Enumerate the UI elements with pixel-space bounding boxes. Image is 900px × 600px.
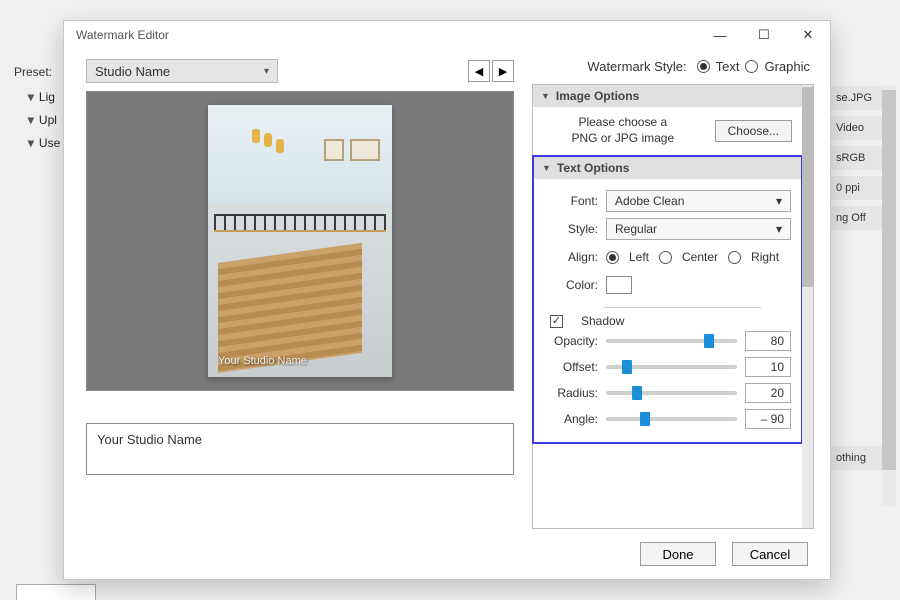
text-options-title: Text Options [557, 161, 629, 175]
bg-tree: ▶Lig ▶Upl ▶Use [28, 86, 60, 155]
font-value: Adobe Clean [615, 194, 684, 208]
preset-value: Studio Name [95, 64, 170, 79]
bg-tree-item[interactable]: ▶Upl [28, 109, 60, 132]
radius-label: Radius: [544, 386, 598, 400]
watermark-editor-modal: Watermark Editor — ☐ ✕ Studio Name ▾ ◀ ▶ [63, 20, 831, 580]
bg-preset-label: Preset: [14, 65, 52, 79]
prev-button[interactable]: ◀ [468, 60, 490, 82]
preview-box: Your Studio Name [86, 91, 514, 391]
bg-scroll-thumb[interactable] [882, 90, 896, 470]
slider-thumb[interactable] [640, 412, 650, 426]
chevron-down-icon: ▾ [776, 194, 782, 208]
bg-pill: se.JPG [830, 86, 888, 110]
style-graphic-label: Graphic [764, 59, 810, 74]
triangle-icon: ▶ [20, 118, 42, 125]
text-options-highlight: ▼ Text Options Font: Adobe Clean ▾ St [532, 155, 803, 444]
image-options-title: Image Options [556, 89, 639, 103]
image-options-header[interactable]: ▼ Image Options [533, 85, 802, 107]
slider-thumb[interactable] [622, 360, 632, 374]
slider-thumb[interactable] [704, 334, 714, 348]
opacity-value[interactable]: 80 [745, 331, 791, 351]
modal-footer: Done Cancel [64, 529, 830, 579]
angle-label: Angle: [544, 412, 598, 426]
text-options-header[interactable]: ▼ Text Options [534, 157, 801, 179]
style-text-label: Text [716, 59, 740, 74]
done-button[interactable]: Done [640, 542, 716, 566]
panel-scrollbar[interactable] [802, 85, 813, 528]
align-center-radio[interactable] [659, 251, 672, 264]
slider-thumb[interactable] [632, 386, 642, 400]
triangle-down-icon: ▼ [541, 91, 550, 101]
align-label: Align: [544, 250, 598, 264]
font-select[interactable]: Adobe Clean ▾ [606, 190, 791, 212]
preview-image: Your Studio Name [208, 105, 392, 377]
bg-pill: ng Off [830, 206, 888, 230]
close-button[interactable]: ✕ [786, 21, 830, 49]
minimize-button[interactable]: — [698, 21, 742, 49]
bg-pill: othing [830, 446, 888, 470]
style-label: Style: [544, 222, 598, 236]
radius-value[interactable]: 20 [745, 383, 791, 403]
bg-pill: sRGB [830, 146, 888, 170]
panel-scroll-thumb[interactable] [802, 87, 813, 287]
bg-bottom-button[interactable] [16, 584, 96, 600]
next-button[interactable]: ▶ [492, 60, 514, 82]
radius-slider[interactable] [606, 391, 737, 395]
cancel-button[interactable]: Cancel [732, 542, 808, 566]
bg-tree-item[interactable]: ▶Lig [28, 86, 60, 109]
shadow-checkbox[interactable] [550, 315, 563, 328]
choose-image-button[interactable]: Choose... [715, 120, 792, 142]
divider [604, 307, 761, 308]
color-label: Color: [544, 278, 598, 292]
angle-slider[interactable] [606, 417, 737, 421]
window-controls: — ☐ ✕ [698, 21, 830, 49]
style-select[interactable]: Regular ▾ [606, 218, 791, 240]
offset-slider[interactable] [606, 365, 737, 369]
chevron-down-icon: ▾ [264, 66, 269, 77]
maximize-button[interactable]: ☐ [742, 21, 786, 49]
preset-dropdown[interactable]: Studio Name ▾ [86, 59, 278, 83]
color-swatch[interactable] [606, 276, 632, 294]
opacity-slider[interactable] [606, 339, 737, 343]
titlebar: Watermark Editor — ☐ ✕ [64, 21, 830, 49]
bg-tree-item[interactable]: ▶Use [28, 132, 60, 155]
triangle-left-icon: ◀ [475, 65, 483, 78]
bg-pill: 0 ppi [830, 176, 888, 200]
triangle-down-icon: ▼ [542, 163, 551, 173]
offset-label: Offset: [544, 360, 598, 374]
watermark-overlay: Your Studio Name [218, 355, 307, 367]
opacity-label: Opacity: [544, 334, 598, 348]
bg-right-strip: se.JPG Video sRGB 0 ppi ng Off othing [830, 86, 888, 476]
style-graphic-radio[interactable] [745, 60, 758, 73]
triangle-icon: ▶ [20, 95, 42, 102]
angle-value[interactable]: – 90 [745, 409, 791, 429]
bg-scrollbar[interactable] [882, 86, 896, 506]
window-title: Watermark Editor [76, 28, 169, 42]
image-choose-message: Please choose a PNG or JPG image [543, 115, 703, 146]
align-left-radio[interactable] [606, 251, 619, 264]
bg-pill: Video [830, 116, 888, 140]
watermark-style-label: Watermark Style: [587, 59, 686, 74]
style-text-radio[interactable] [697, 60, 710, 73]
triangle-right-icon: ▶ [499, 65, 507, 78]
triangle-icon: ▶ [20, 141, 42, 148]
shadow-label: Shadow [581, 314, 624, 328]
style-value: Regular [615, 222, 657, 236]
watermark-text-input[interactable]: Your Studio Name [86, 423, 514, 475]
watermark-style-row: Watermark Style: Text Graphic [532, 59, 814, 74]
offset-value[interactable]: 10 [745, 357, 791, 377]
options-panel: ▼ Image Options Please choose a PNG or J… [532, 84, 814, 529]
align-right-radio[interactable] [728, 251, 741, 264]
chevron-down-icon: ▾ [776, 222, 782, 236]
font-label: Font: [544, 194, 598, 208]
